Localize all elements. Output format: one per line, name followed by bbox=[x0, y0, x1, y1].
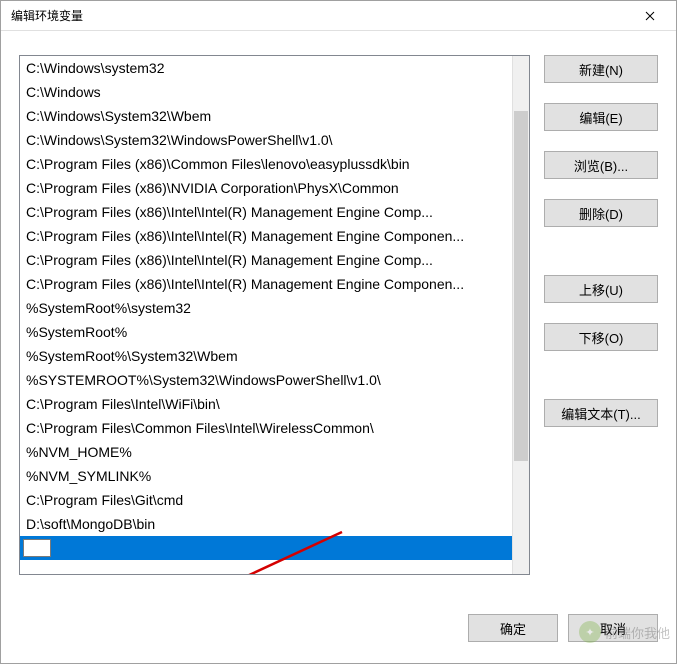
list-item[interactable]: C:\Program Files (x86)\Common Files\leno… bbox=[20, 152, 512, 176]
list-item[interactable]: C:\Program Files (x86)\Intel\Intel(R) Ma… bbox=[20, 248, 512, 272]
close-icon bbox=[645, 11, 655, 21]
list-item[interactable]: %SystemRoot% bbox=[20, 320, 512, 344]
list-item[interactable]: C:\Program Files (x86)\Intel\Intel(R) Ma… bbox=[20, 224, 512, 248]
list-item[interactable]: C:\Program Files\Intel\WiFi\bin\ bbox=[20, 392, 512, 416]
list-item[interactable]: C:\Program Files\Git\cmd bbox=[20, 488, 512, 512]
list-item[interactable]: C:\Windows\system32 bbox=[20, 56, 512, 80]
close-button[interactable] bbox=[630, 2, 670, 30]
edittext-button[interactable]: 编辑文本(T)... bbox=[544, 399, 658, 427]
list-item[interactable]: C:\Program Files (x86)\Intel\Intel(R) Ma… bbox=[20, 200, 512, 224]
list-item[interactable]: C:\Windows\System32\Wbem bbox=[20, 104, 512, 128]
list-item[interactable]: C:\Program Files (x86)\Intel\Intel(R) Ma… bbox=[20, 272, 512, 296]
list-item[interactable]: C:\Program Files\Common Files\Intel\Wire… bbox=[20, 416, 512, 440]
scrollbar[interactable] bbox=[512, 56, 529, 574]
list-item[interactable]: %SystemRoot%\system32 bbox=[20, 296, 512, 320]
moveup-button[interactable]: 上移(U) bbox=[544, 275, 658, 303]
browse-button[interactable]: 浏览(B)... bbox=[544, 151, 658, 179]
list-item[interactable]: C:\Windows\System32\WindowsPowerShell\v1… bbox=[20, 128, 512, 152]
cancel-button[interactable]: 取消 bbox=[568, 614, 658, 642]
footer: 确定 取消 ✦ 前端你我他 bbox=[1, 593, 676, 663]
content-area: C:\Windows\system32C:\WindowsC:\Windows\… bbox=[1, 31, 676, 593]
delete-button[interactable]: 删除(D) bbox=[544, 199, 658, 227]
scrollbar-thumb[interactable] bbox=[514, 111, 528, 461]
ok-button[interactable]: 确定 bbox=[468, 614, 558, 642]
list-item[interactable]: %SystemRoot%\System32\Wbem bbox=[20, 344, 512, 368]
path-listbox[interactable]: C:\Windows\system32C:\WindowsC:\Windows\… bbox=[19, 55, 530, 575]
movedown-button[interactable]: 下移(O) bbox=[544, 323, 658, 351]
dialog-window: 编辑环境变量 C:\Windows\system32C:\WindowsC:\W… bbox=[0, 0, 677, 664]
path-edit-input[interactable] bbox=[23, 539, 51, 557]
list-item[interactable]: D:\soft\MongoDB\bin bbox=[20, 512, 512, 536]
window-title: 编辑环境变量 bbox=[11, 7, 83, 24]
list-item[interactable]: %SYSTEMROOT%\System32\WindowsPowerShell\… bbox=[20, 368, 512, 392]
list-item[interactable]: %NVM_SYMLINK% bbox=[20, 464, 512, 488]
button-column: 新建(N) 编辑(E) 浏览(B)... 删除(D) 上移(U) 下移(O) 编… bbox=[544, 55, 658, 593]
list-item[interactable]: C:\Windows bbox=[20, 80, 512, 104]
edit-button[interactable]: 编辑(E) bbox=[544, 103, 658, 131]
titlebar: 编辑环境变量 bbox=[1, 1, 676, 31]
list-item[interactable]: %NVM_HOME% bbox=[20, 440, 512, 464]
list-item-editing[interactable] bbox=[20, 536, 512, 560]
new-button[interactable]: 新建(N) bbox=[544, 55, 658, 83]
list-item[interactable]: C:\Program Files (x86)\NVIDIA Corporatio… bbox=[20, 176, 512, 200]
